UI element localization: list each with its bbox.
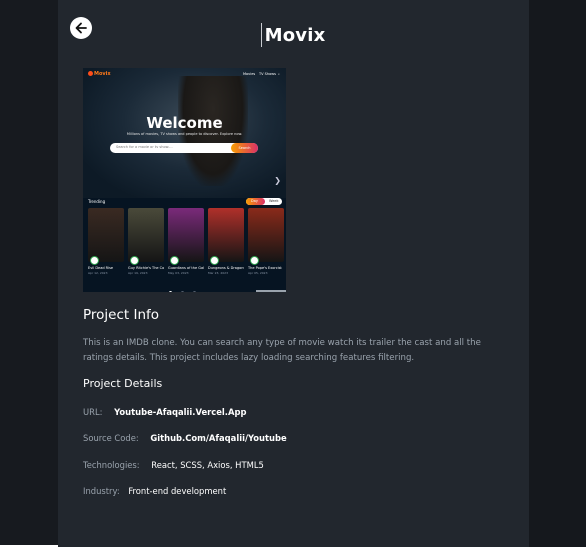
thumb-poster-date: Mar 23, 2023 — [208, 271, 228, 275]
thumb-rating-circle — [170, 256, 179, 265]
detail-row-url: URL: Youtube-Afaqalii.Vercel.App — [83, 407, 246, 417]
thumb-scrollbar — [256, 290, 286, 292]
thumb-nav-movies: Movies — [243, 72, 256, 76]
thumb-poster-date: Apr 05, 2023 — [248, 271, 268, 275]
industry-label: Industry: — [83, 486, 120, 496]
thumb-carousel-dots — [169, 279, 205, 292]
project-description: This is an IMDB clone. You can search an… — [83, 338, 481, 363]
thumb-search-bar: Search for a movie or tv show.... Search — [110, 143, 258, 153]
thumb-trending-section: Trending Day Week Evil Dead Rise Apr 12, … — [83, 198, 286, 292]
project-modal: Movix Movix Movies TV Shows ⌕ Welcome Mi… — [58, 0, 529, 547]
thumb-navbar: Movix Movies TV Shows ⌕ — [83, 68, 286, 82]
thumb-poster — [248, 208, 284, 262]
thumb-poster — [168, 208, 204, 262]
thumb-rating-circle — [130, 256, 139, 265]
thumb-poster-title: The Pope's Exorcist — [248, 266, 282, 270]
technologies-label: Technologies: — [83, 460, 140, 470]
source-code-link[interactable]: Github.Com/Afaqalii/Youtube — [150, 433, 286, 443]
project-info-heading: Project Info — [83, 307, 160, 323]
thumb-rating-circle — [90, 256, 99, 265]
thumb-poster-date: May 03, 2023 — [168, 271, 189, 275]
detail-row-technologies: Technologies: React, SCSS, Axios, HTML5 — [83, 460, 264, 470]
thumb-poster-title: Evil Dead Rise — [88, 266, 114, 270]
source-label: Source Code: — [83, 433, 139, 443]
project-screenshot: Movix Movies TV Shows ⌕ Welcome Millions… — [83, 68, 286, 292]
thumb-poster — [128, 208, 164, 262]
thumb-poster-title: Guy Ritchie's The Covenant — [128, 266, 164, 270]
thumb-search-icon: ⌕ — [278, 72, 280, 76]
thumb-poster-date: Apr 19, 2023 — [128, 271, 148, 275]
page-title: Movix — [262, 25, 326, 46]
thumb-hero-subtitle: Millions of movies, TV shows and people … — [126, 132, 243, 136]
thumb-toggle-day: Day — [251, 199, 258, 203]
left-backdrop — [0, 0, 58, 547]
thumb-logo: Movix — [88, 71, 111, 77]
thumb-poster — [208, 208, 244, 262]
technologies-value: React, SCSS, Axios, HTML5 — [151, 460, 264, 470]
thumb-poster-title: Guardians of the Galaxy — [168, 266, 204, 270]
thumb-chevron-right-icon: ❯ — [274, 176, 281, 185]
thumb-poster-date: Apr 12, 2023 — [88, 271, 108, 275]
thumb-poster — [88, 208, 124, 262]
thumb-poster-title: Dungeons & Dragons — [208, 266, 244, 270]
industry-value: Front-end development — [128, 486, 227, 496]
right-backdrop — [529, 0, 586, 547]
thumb-search-placeholder: Search for a movie or tv show.... — [116, 145, 173, 149]
detail-row-industry: Industry: Front-end development — [83, 486, 226, 496]
thumb-hero-title: Welcome — [146, 114, 223, 132]
thumb-toggle-week: Week — [269, 199, 279, 203]
thumb-day-week-toggle: Day Week — [246, 198, 282, 205]
thumb-search-button: Search — [231, 143, 258, 153]
thumb-nav-tv: TV Shows — [259, 72, 276, 76]
thumb-trending-label: Trending — [88, 199, 106, 204]
url-link[interactable]: Youtube-Afaqalii.Vercel.App — [114, 407, 246, 417]
detail-row-source: Source Code: Github.Com/Afaqalii/Youtube — [83, 433, 287, 443]
url-label: URL: — [83, 407, 103, 417]
project-details-heading: Project Details — [83, 377, 163, 390]
thumb-rating-circle — [210, 256, 219, 265]
thumb-rating-circle — [250, 256, 259, 265]
